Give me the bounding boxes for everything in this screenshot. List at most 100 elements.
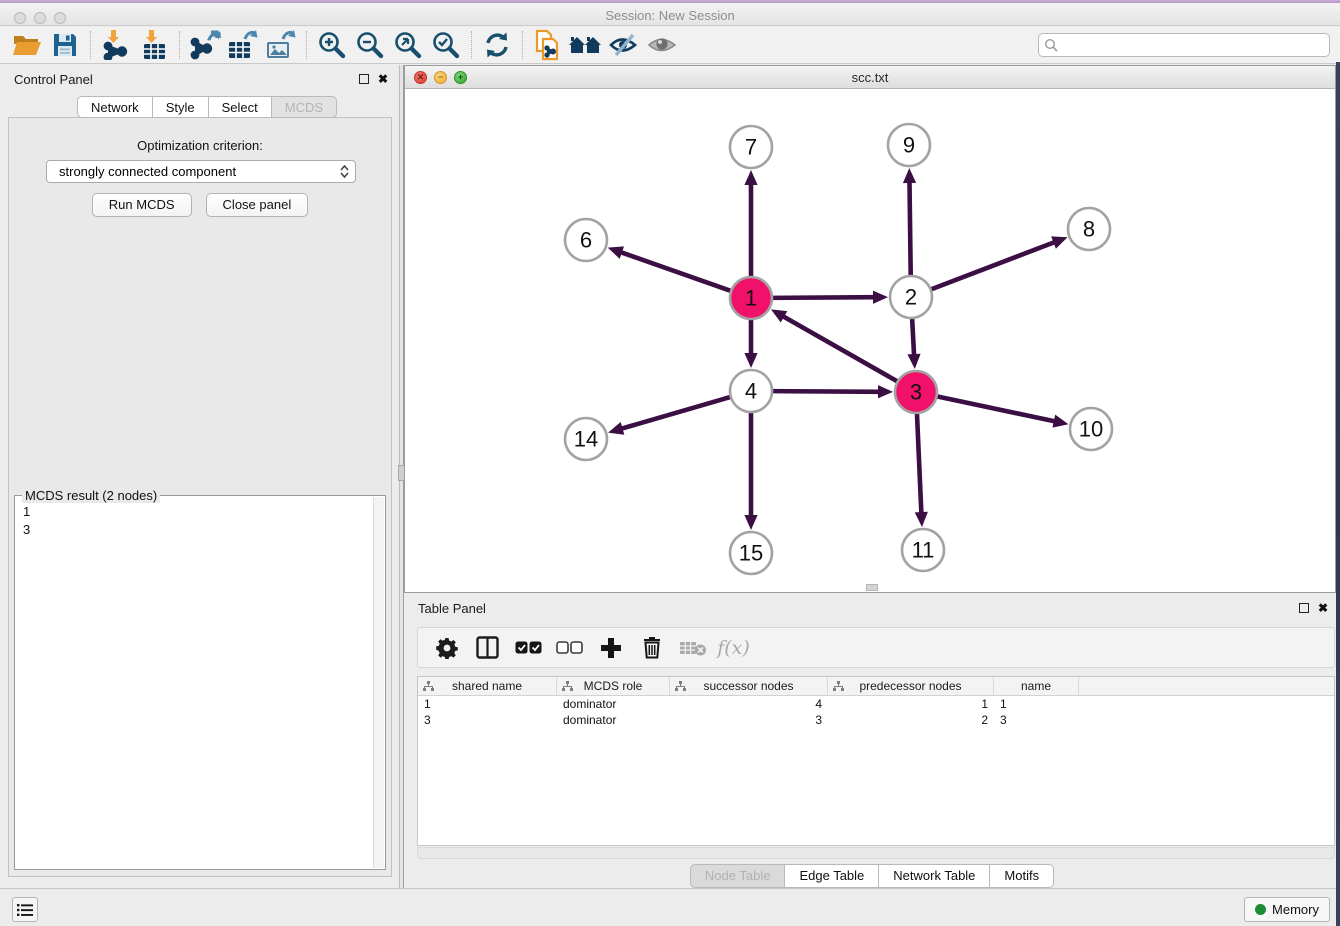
edge-1-6[interactable] [619,252,733,292]
control-panel-header: Control Panel ✖ [0,65,400,93]
tab-network[interactable]: Network [77,96,152,118]
columns-icon[interactable] [469,631,506,665]
table-cell[interactable]: dominator [557,696,670,712]
table-row[interactable]: 3dominator323 [418,712,1334,728]
close-table-panel-icon[interactable]: ✖ [1318,602,1328,614]
horizontal-splitter-grip[interactable] [866,584,878,591]
import-network-icon[interactable] [97,29,135,61]
criterion-select[interactable]: strongly connected component [46,160,356,183]
network-window-titlebar[interactable]: ✕ − + scc.txt [405,66,1335,89]
gear-icon[interactable] [428,631,465,665]
control-panel-title: Control Panel [14,72,359,87]
table-cell[interactable]: 1 [418,696,557,712]
edge-4-3[interactable] [770,391,881,392]
save-icon[interactable] [46,29,84,61]
select-stepper-icon [340,165,349,178]
zoom-fit-icon[interactable] [389,29,427,61]
edge-4-14[interactable] [620,396,733,429]
column-header-predecessor-nodes[interactable]: predecessor nodes [828,677,994,695]
edge-3-11[interactable] [917,411,922,515]
table-cell[interactable]: 2 [828,712,994,728]
node-label-14: 14 [574,427,598,452]
table-hscrollbar[interactable] [417,847,1335,859]
memory-button[interactable]: Memory [1244,897,1330,922]
export-network-icon[interactable] [186,29,224,61]
deselect-all-icon[interactable] [551,631,588,665]
network-canvas[interactable]: 7968124310141511 [405,89,1335,592]
table-cell[interactable]: dominator [557,712,670,728]
node-label-7: 7 [745,135,757,160]
column-header-name[interactable]: name [994,677,1079,695]
result-scrollbar[interactable] [373,497,384,868]
tab-mcds[interactable]: MCDS [271,96,337,118]
node-label-15: 15 [739,541,763,566]
edge-arrowhead [1051,236,1067,248]
node-label-3: 3 [910,380,922,405]
column-header-MCDS-role[interactable]: MCDS role [557,677,670,695]
edge-1-2[interactable] [770,297,876,298]
zoom-out-icon[interactable] [351,29,389,61]
column-header-successor-nodes[interactable]: successor nodes [670,677,828,695]
tab-network-table[interactable]: Network Table [878,864,989,888]
table-row[interactable]: 1dominator411 [418,696,1334,712]
select-all-icon[interactable] [510,631,547,665]
edge-2-9[interactable] [909,180,910,278]
delete-icon[interactable] [633,631,670,665]
desktop-edge [1336,62,1340,926]
list-icon [17,903,33,917]
tab-style[interactable]: Style [152,96,208,118]
hide-details-icon[interactable] [605,29,643,61]
export-table-icon[interactable] [224,29,262,61]
add-icon[interactable] [592,631,629,665]
table-cell[interactable]: 1 [828,696,994,712]
tab-edge-table[interactable]: Edge Table [784,864,878,888]
float-table-panel-icon[interactable] [1299,603,1309,613]
zoom-selected-icon[interactable] [427,29,465,61]
window-titlebar[interactable]: Session: New Session [0,3,1340,26]
duplicate-network-icon[interactable] [529,29,567,61]
refresh-icon[interactable] [478,29,516,61]
edge-arrowhead [915,512,928,527]
home-icon[interactable] [567,29,605,61]
close-panel-button[interactable]: Close panel [206,193,309,217]
table-toolbar: f(x) [417,627,1335,668]
mcds-panel: Optimization criterion: strongly connect… [8,117,392,877]
zoom-in-icon[interactable] [313,29,351,61]
import-table-icon[interactable] [135,29,173,61]
task-history-button[interactable] [12,897,38,922]
tab-node-table[interactable]: Node Table [690,864,785,888]
table-cell[interactable]: 3 [994,712,1079,728]
search-icon [1044,38,1059,53]
main-toolbar [0,27,1340,64]
table-cell[interactable]: 3 [418,712,557,728]
table-header-row: shared nameMCDS rolesuccessor nodesprede… [418,677,1334,696]
network-window-title: scc.txt [405,70,1335,85]
tab-select[interactable]: Select [208,96,271,118]
mcds-result-text[interactable]: 1 3 [16,499,373,868]
edge-2-8[interactable] [929,241,1057,290]
node-label-4: 4 [745,379,757,404]
edge-3-1[interactable] [781,315,899,382]
toolbar-separator [90,31,91,59]
folder-open-icon[interactable] [8,29,46,61]
table-tabs: Node Table Edge Table Network Table Moti… [404,864,1340,888]
table-cell[interactable]: 4 [670,696,828,712]
show-details-icon[interactable] [643,29,681,61]
edge-3-10[interactable] [935,396,1057,422]
toolbar-separator [306,31,307,59]
node-table[interactable]: shared nameMCDS rolesuccessor nodesprede… [417,676,1335,846]
close-panel-icon[interactable]: ✖ [378,73,388,85]
column-header-shared-name[interactable]: shared name [418,677,557,695]
float-panel-icon[interactable] [359,74,369,84]
tab-motifs[interactable]: Motifs [989,864,1054,888]
export-image-icon[interactable] [262,29,300,61]
table-cell[interactable]: 1 [994,696,1079,712]
edge-2-3[interactable] [912,316,914,357]
search-box[interactable] [1038,33,1330,57]
search-input[interactable] [1059,35,1329,55]
control-panel-tabs: Network Style Select MCDS [77,96,337,118]
mcds-result-box: MCDS result (2 nodes) 1 3 [14,495,386,870]
run-mcds-button[interactable]: Run MCDS [92,193,192,217]
table-cell[interactable]: 3 [670,712,828,728]
edge-arrowhead [907,354,920,369]
